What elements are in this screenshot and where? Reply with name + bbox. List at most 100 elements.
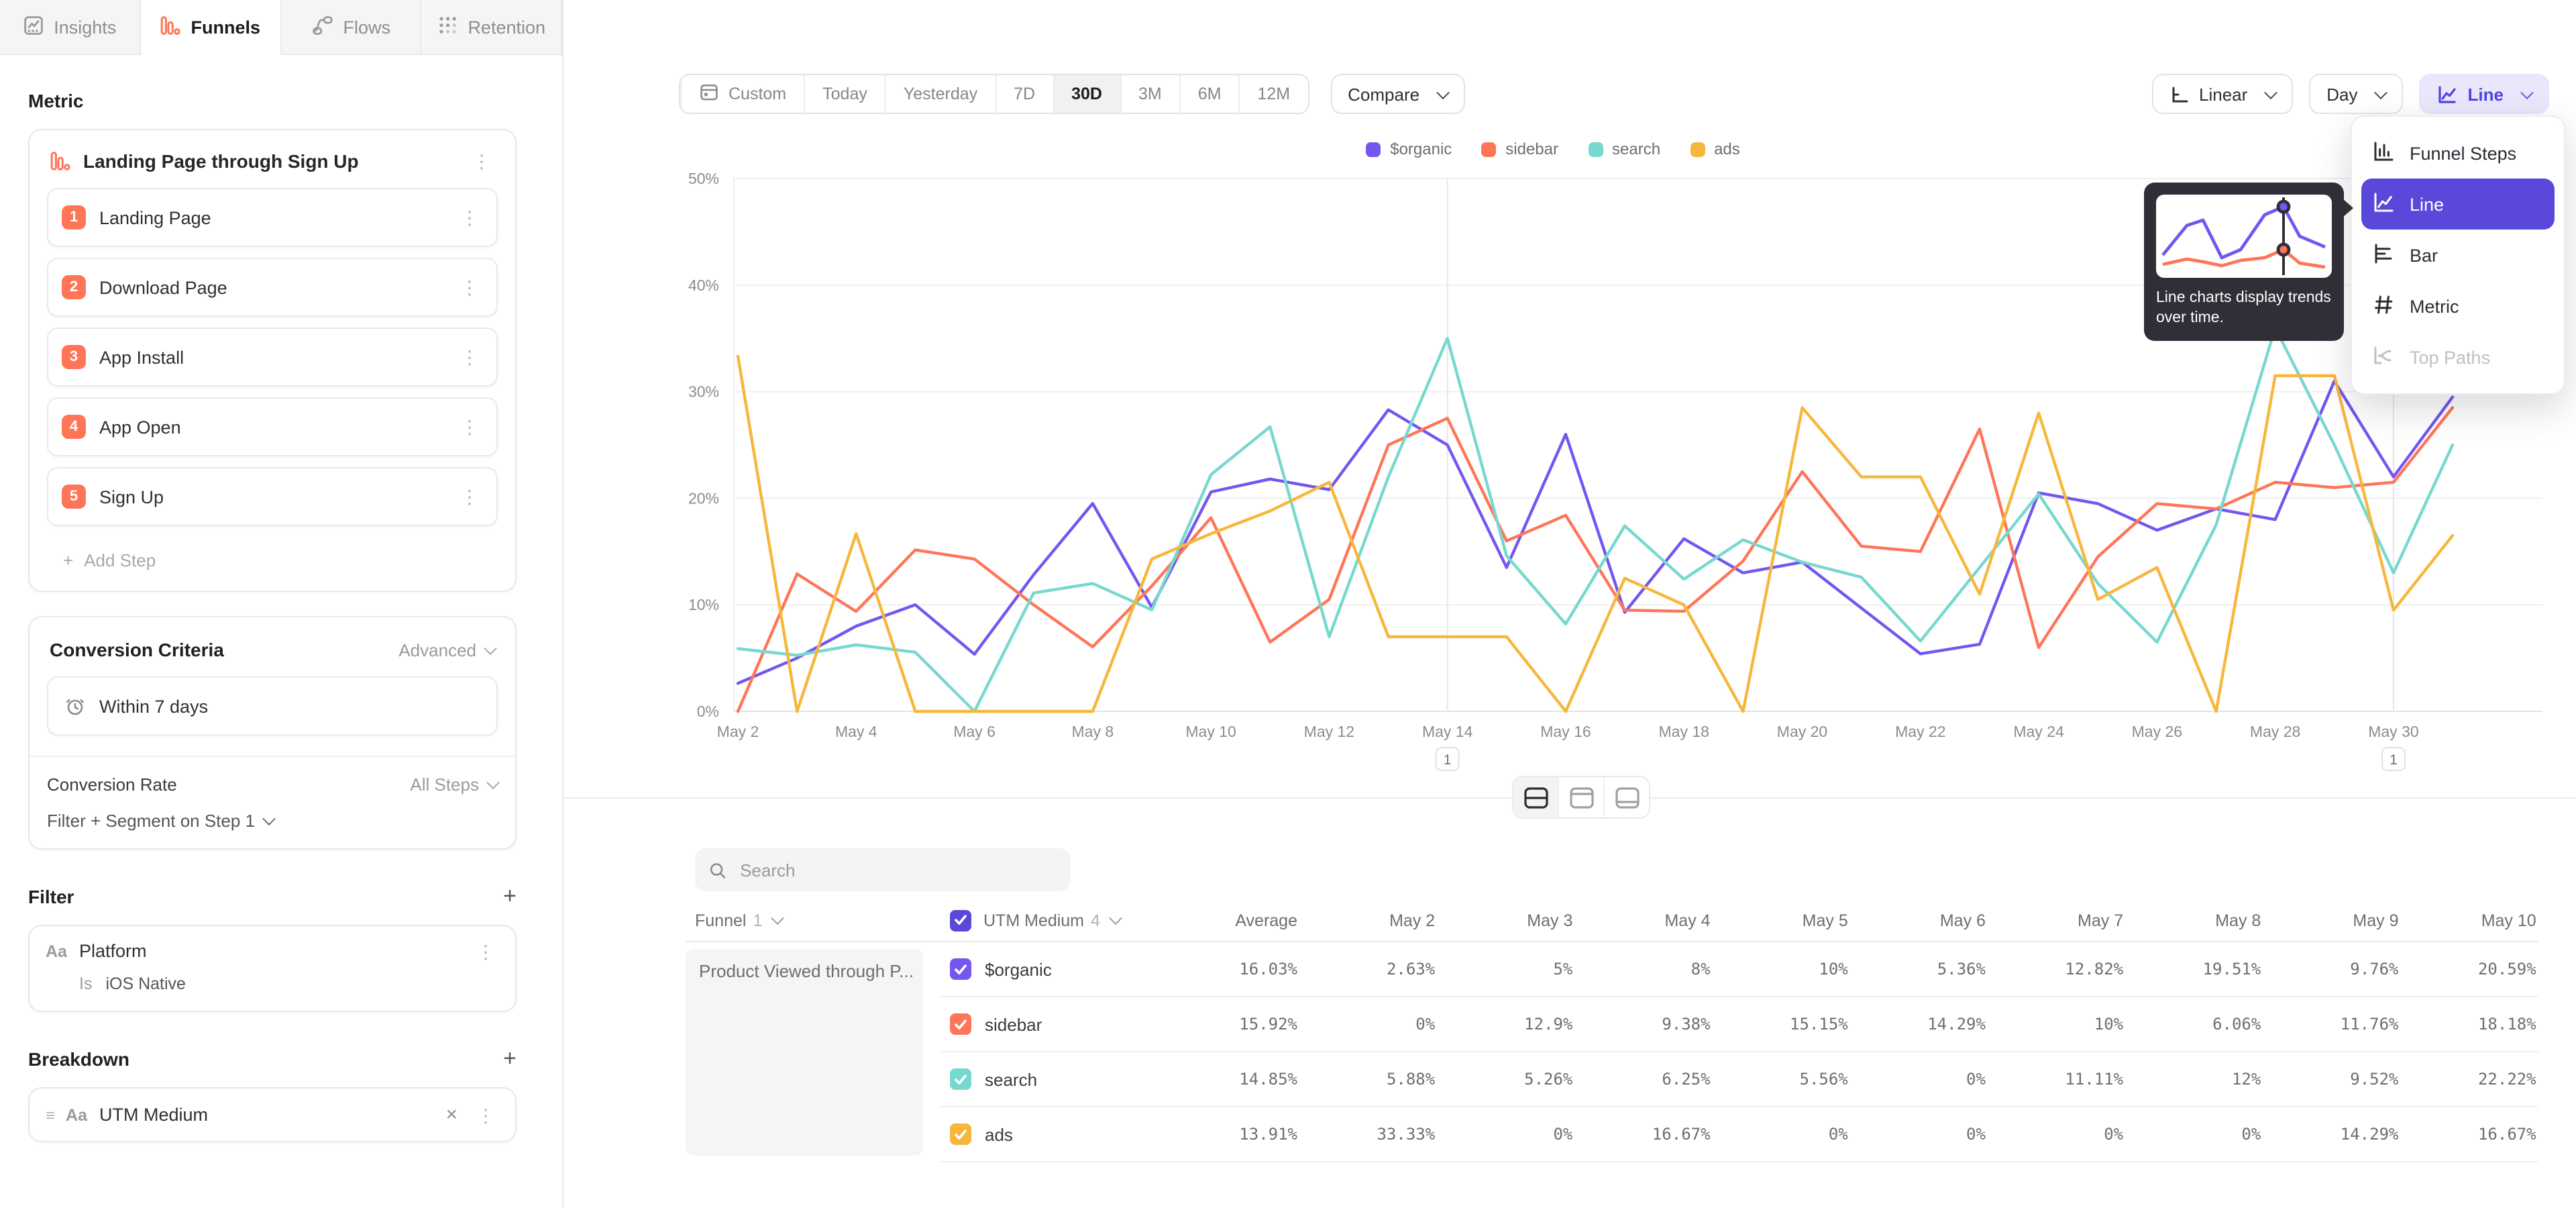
- column-header[interactable]: May 3: [1438, 899, 1575, 942]
- annotation-badge[interactable]: 1: [1436, 748, 1459, 770]
- kebab-menu-icon[interactable]: ⋮: [456, 348, 483, 366]
- column-header[interactable]: May 4: [1575, 899, 1713, 942]
- column-header[interactable]: May 7: [1988, 899, 2126, 942]
- legend-item-sidebar[interactable]: sidebar: [1481, 140, 1558, 158]
- table-cell: 0%: [2126, 1107, 2263, 1162]
- legend-swatch: [1366, 142, 1381, 156]
- main-panel: Custom Today Yesterday 7D: [564, 0, 2576, 1208]
- report-tab[interactable]: Funnels: [141, 0, 282, 55]
- table-cell: 0%: [1438, 1107, 1575, 1162]
- table-cell: 14.29%: [2263, 1107, 2401, 1162]
- table-cell: 22.22%: [2402, 1052, 2539, 1107]
- property-type-icon: Aa: [46, 942, 67, 960]
- column-header[interactable]: May 10: [2402, 899, 2539, 942]
- step-label: App Open: [99, 417, 443, 437]
- conversion-criteria-title: Conversion Criteria: [50, 639, 224, 660]
- x-axis-label: May 18: [1659, 723, 1709, 740]
- breakdown-card[interactable]: ≡ Aa UTM Medium × ⋮: [28, 1087, 517, 1142]
- annotation-badge[interactable]: 1: [2382, 748, 2405, 770]
- chart-type-menu-item[interactable]: Line: [2361, 179, 2555, 230]
- legend-item-search[interactable]: search: [1588, 140, 1660, 158]
- table-cell: 5%: [1438, 942, 1575, 997]
- chart-view-toggle[interactable]: [1558, 777, 1603, 817]
- metric-card: Landing Page through Sign Up ⋮ 1 Landing…: [28, 129, 517, 592]
- kebab-menu-icon[interactable]: ⋮: [468, 152, 495, 170]
- step-number-badge: 2: [62, 275, 86, 299]
- column-header[interactable]: May 5: [1713, 899, 1851, 942]
- kebab-menu-icon[interactable]: ⋮: [456, 278, 483, 297]
- table-cell: 5.26%: [1438, 1052, 1575, 1107]
- column-header[interactable]: May 6: [1851, 899, 1988, 942]
- table-cell: 16.03%: [1162, 942, 1300, 997]
- table-cell: 33.33%: [1300, 1107, 1438, 1162]
- funnel-step[interactable]: 5 Sign Up ⋮: [47, 467, 498, 526]
- column-header[interactable]: May 2: [1300, 899, 1438, 942]
- kebab-menu-icon[interactable]: ⋮: [456, 487, 483, 506]
- funnel-column-header[interactable]: Funnel 1: [686, 899, 939, 942]
- all-steps-dropdown[interactable]: All Steps: [410, 774, 498, 795]
- bar-icon: [2372, 242, 2395, 268]
- funnel-step[interactable]: 4 App Open ⋮: [47, 397, 498, 456]
- add-filter-button[interactable]: +: [503, 885, 517, 907]
- chart-type-menu-item[interactable]: Metric: [2352, 281, 2564, 332]
- step-label: Landing Page: [99, 207, 443, 228]
- column-header[interactable]: May 9: [2263, 899, 2401, 942]
- table-cell: 12.82%: [1988, 942, 2126, 997]
- x-axis-label: May 30: [2368, 723, 2418, 740]
- report-tab[interactable]: Flows: [281, 0, 422, 54]
- sidebar: Insights Funnels Flows Retention: [0, 0, 564, 1208]
- breakdown-column-header[interactable]: UTM Medium 4: [939, 899, 1162, 942]
- series-name: sidebar: [985, 1014, 1042, 1034]
- table-cell: 11.76%: [2263, 997, 2401, 1052]
- filter-segment-dropdown[interactable]: Filter + Segment on Step 1: [47, 811, 274, 831]
- legend-swatch: [1481, 142, 1496, 156]
- funnel-step[interactable]: 3 App Install ⋮: [47, 328, 498, 387]
- table-view-toggle[interactable]: [1603, 777, 1649, 817]
- series-line-sidebar: [738, 407, 2453, 711]
- row-label-ads: ads: [939, 1107, 1162, 1162]
- layout-toggle-group: [1512, 776, 1650, 819]
- advanced-dropdown[interactable]: Advanced: [398, 640, 495, 660]
- add-step-button[interactable]: + Add Step: [47, 537, 498, 573]
- conversion-window[interactable]: Within 7 days: [47, 676, 498, 736]
- chart-type-menu-item[interactable]: Funnel Steps: [2352, 128, 2564, 179]
- table-cell: 13.91%: [1162, 1107, 1300, 1162]
- funnel-step[interactable]: 2 Download Page ⋮: [47, 258, 498, 317]
- y-axis-label: 0%: [697, 703, 719, 720]
- row-checkbox[interactable]: [950, 1123, 971, 1145]
- column-header[interactable]: Average: [1162, 899, 1300, 942]
- add-breakdown-button[interactable]: +: [503, 1047, 517, 1070]
- table-cell: 14.29%: [1851, 997, 1988, 1052]
- row-checkbox[interactable]: [950, 1013, 971, 1035]
- y-axis-label: 10%: [688, 596, 719, 613]
- table-cell: 10%: [1988, 997, 2126, 1052]
- kebab-menu-icon[interactable]: ⋮: [456, 208, 483, 227]
- chart-type-menu-item[interactable]: Bar: [2352, 230, 2564, 281]
- report-tab[interactable]: Insights: [0, 0, 141, 54]
- table-cell: 5.88%: [1300, 1052, 1438, 1107]
- row-checkbox[interactable]: [950, 1068, 971, 1090]
- column-header[interactable]: May 8: [2126, 899, 2263, 942]
- x-axis-label: May 24: [2013, 723, 2064, 740]
- drag-handle-icon[interactable]: ≡: [46, 1105, 54, 1124]
- kebab-menu-icon[interactable]: ⋮: [472, 1105, 499, 1124]
- legend-item-ads[interactable]: ads: [1690, 140, 1740, 158]
- tab-label: Funnels: [191, 17, 260, 38]
- funnel-name-cell[interactable]: Product Viewed through P...: [686, 949, 923, 1156]
- select-all-checkbox[interactable]: [950, 909, 971, 931]
- filter-card[interactable]: Aa Platform ⋮ Is iOS Native: [28, 925, 517, 1012]
- kebab-menu-icon[interactable]: ⋮: [456, 417, 483, 436]
- row-checkbox[interactable]: [950, 958, 971, 980]
- kebab-menu-icon[interactable]: ⋮: [472, 942, 499, 960]
- split-view-toggle[interactable]: [1513, 777, 1558, 817]
- legend-item-$organic[interactable]: $organic: [1366, 140, 1452, 158]
- report-tab[interactable]: Retention: [422, 0, 563, 54]
- search-input[interactable]: [737, 858, 1057, 881]
- report-tabs: Insights Funnels Flows Retention: [0, 0, 562, 55]
- table-cell: 2.63%: [1300, 942, 1438, 997]
- series-line-ads: [738, 356, 2453, 711]
- remove-breakdown-icon[interactable]: ×: [443, 1103, 460, 1126]
- funnel-step[interactable]: 1 Landing Page ⋮: [47, 188, 498, 247]
- property-type-icon: Aa: [66, 1105, 87, 1124]
- metric-section-title: Metric: [28, 90, 83, 111]
